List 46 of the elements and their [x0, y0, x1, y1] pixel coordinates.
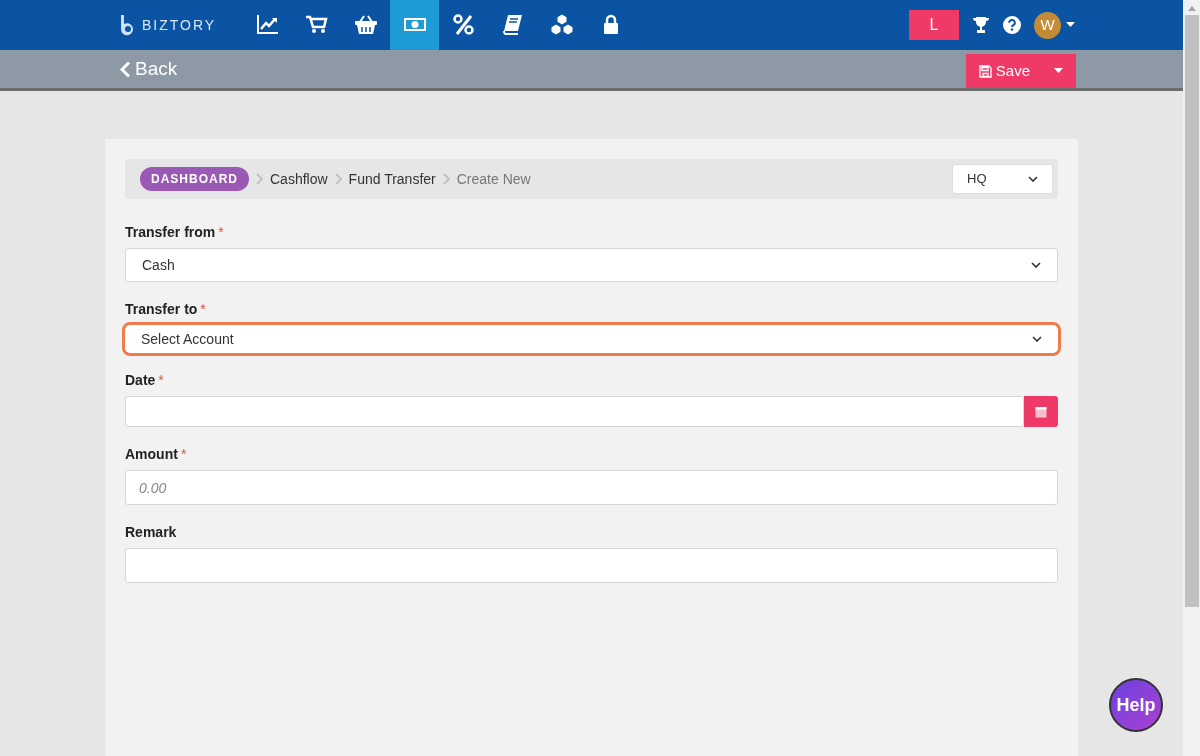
brand-name: BIZTORY	[142, 15, 217, 35]
caret-icon[interactable]	[1066, 22, 1075, 28]
caret-icon	[1053, 68, 1063, 74]
breadcrumb-link[interactable]: Cashflow	[270, 168, 328, 190]
chevron-right-icon	[256, 173, 263, 185]
chevron-down-icon	[1031, 262, 1041, 268]
breadcrumb-link[interactable]: Fund Transfer	[348, 168, 436, 190]
chevron-down-icon	[1032, 336, 1042, 342]
calendar-icon	[1035, 405, 1047, 418]
chevron-left-icon	[120, 60, 131, 78]
chart-icon	[255, 13, 280, 37]
required-asterisk: *	[218, 222, 224, 242]
chevron-right-icon	[334, 173, 342, 185]
back-button[interactable]: Back	[120, 54, 178, 84]
help-button[interactable]: Help	[1109, 678, 1163, 732]
percent-icon	[451, 13, 476, 37]
basket-icon	[353, 13, 378, 37]
select-field[interactable]: Select Account	[122, 322, 1061, 356]
required-asterisk: *	[200, 299, 206, 319]
save-button[interactable]: Save	[965, 54, 1040, 88]
help-icon[interactable]	[1003, 16, 1021, 34]
location-badge[interactable]: L	[909, 10, 959, 40]
user-avatar[interactable]: W	[1034, 11, 1061, 39]
book-icon	[500, 13, 525, 37]
required-asterisk: *	[180, 444, 187, 464]
chevron-right-icon	[442, 173, 450, 185]
field-label: Remark	[125, 522, 177, 542]
nav-tab[interactable]	[390, 0, 439, 50]
branch-select[interactable]: HQ	[952, 164, 1053, 194]
chevron-down-icon	[1028, 176, 1038, 182]
calendar-button[interactable]	[1024, 396, 1058, 427]
input-field[interactable]: 0.00	[125, 470, 1058, 505]
input-field[interactable]	[125, 548, 1058, 583]
scrollbar-thumb[interactable]	[1184, 15, 1199, 607]
date-field[interactable]	[125, 396, 1024, 427]
breadcrumb-link[interactable]: DASHBOARD	[140, 167, 249, 191]
select-field[interactable]: Cash	[125, 248, 1058, 282]
field-label: Transfer to	[125, 299, 198, 319]
breadcrumb-current: Create New	[456, 169, 531, 189]
trophy-icon[interactable]	[972, 16, 990, 34]
boxes-icon	[549, 13, 574, 37]
required-asterisk: *	[158, 370, 164, 390]
scrollbar[interactable]	[1183, 0, 1200, 756]
field-label: Amount	[125, 444, 178, 464]
field-label: Transfer from	[125, 222, 216, 242]
field-label: Date	[125, 370, 156, 390]
